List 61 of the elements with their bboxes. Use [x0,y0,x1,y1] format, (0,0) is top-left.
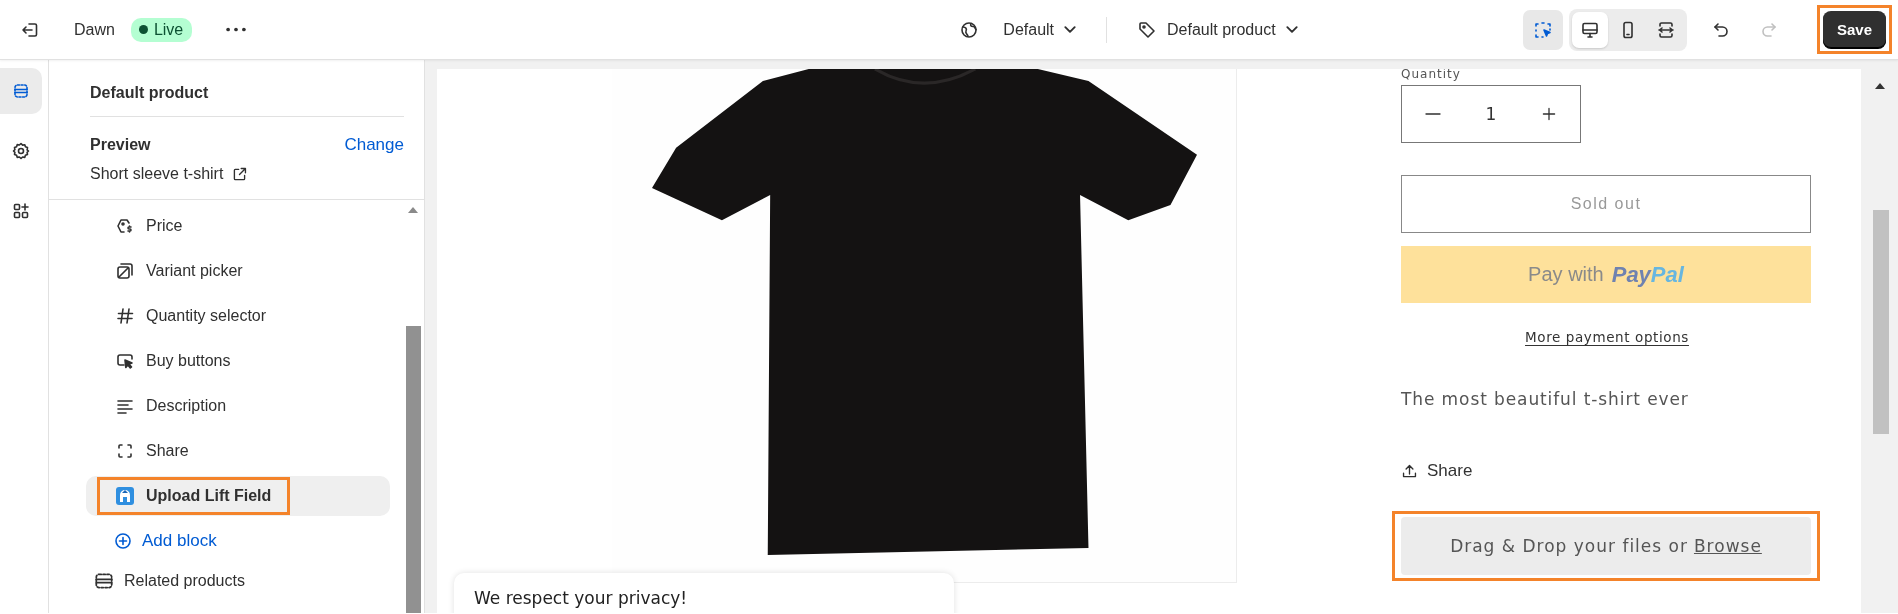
page-dropdown[interactable]: Default product [1129,13,1306,46]
block-item[interactable]: Buy buttons [86,341,390,381]
chevron-down-icon [1285,26,1298,33]
drop-zone-text: Drag & Drop your files or [1450,536,1688,556]
add-app-icon [11,201,31,221]
theme-name: Dawn [74,20,115,39]
variant-icon [115,261,135,281]
block-label: Variant picker [146,262,243,280]
inspector-button[interactable] [1522,9,1563,50]
block-item[interactable]: Upload Lift Field [86,476,390,516]
live-badge: Live [130,17,193,42]
file-drop-zone[interactable]: Drag & Drop your files or Browse [1401,517,1811,575]
block-label: Quantity selector [146,307,267,325]
cursor-select-icon [1532,19,1553,40]
scroll-up-icon[interactable] [1874,82,1886,90]
sections-icon [11,81,31,101]
share-button[interactable]: Share [1401,461,1473,481]
upload-icon [1401,462,1418,480]
block-item[interactable]: Variant picker [86,251,390,291]
privacy-notice-text: We respect your privacy! [474,588,689,608]
browse-link[interactable]: Browse [1693,536,1762,556]
hash-icon [115,306,135,326]
cursor-button-icon [115,351,135,371]
change-link[interactable]: Change [344,135,404,155]
plus-icon [1541,106,1557,122]
section-item[interactable]: Related products [93,561,424,601]
block-item[interactable]: Price [86,206,390,246]
block-item[interactable]: Share [86,431,390,471]
quantity-value: 1 [1485,104,1497,124]
save-button[interactable]: Save [1822,11,1886,48]
more-icon [226,27,247,32]
add-block-button[interactable]: Add block [113,521,217,561]
quantity-stepper[interactable]: 1 [1401,85,1581,143]
external-link-icon [231,165,249,183]
block-label: Buy buttons [146,352,231,370]
globe-icon [959,19,980,40]
product-description: The most beautiful t-shirt ever [1401,389,1689,409]
price-tag-icon [115,216,135,236]
dashed-frame-icon [115,441,135,461]
block-label: Description [146,397,227,415]
add-circle-icon [113,531,133,551]
block-item[interactable]: Quantity selector [86,296,390,336]
settings-icon [11,141,31,161]
template-dropdown[interactable]: Default [951,13,1085,46]
quantity-label: Quantity [1401,69,1461,81]
block-label: Upload Lift Field [146,487,272,505]
scrollbar-thumb[interactable] [406,326,421,613]
tag-icon [1137,19,1158,40]
app-logo-icon [115,486,135,506]
preview-label: Preview [90,136,151,154]
desktop-view-button[interactable] [1571,11,1608,48]
block-label: Share [146,442,189,460]
block-item[interactable]: Description [86,386,390,426]
more-payment-options-link[interactable]: More payment options [1525,329,1689,345]
scrollbar-thumb[interactable] [1873,210,1889,434]
minus-icon [1425,113,1441,115]
preview-product-name: Short sleeve t-shirt [90,165,224,183]
chevron-down-icon [1064,26,1077,33]
section-title: Default product [90,60,404,117]
block-label: Price [146,217,183,235]
expand-width-icon [1655,19,1676,40]
